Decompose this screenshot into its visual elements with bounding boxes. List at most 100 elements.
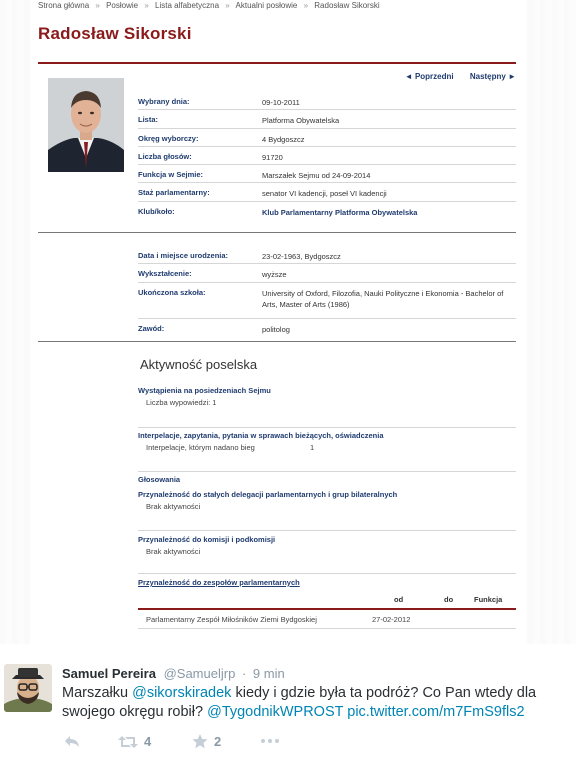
breadcrumb-separator: »: [303, 1, 309, 10]
detail-value: 4 Bydgoszcz: [262, 134, 305, 144]
tweet-time[interactable]: 9 min: [253, 666, 285, 681]
detail-row: Klub/koło: Klub Parlamentarny Platforma …: [138, 202, 516, 220]
activity-committees: Przynależność do komisji i podkomisji Br…: [138, 535, 516, 556]
breadcrumb-current-members[interactable]: Aktualni posłowie: [236, 1, 298, 10]
detail-label: Klub/koło:: [138, 206, 175, 216]
detail-value: 09-10-2011: [262, 98, 300, 107]
next-member-link[interactable]: Następny ►: [470, 72, 516, 81]
detail-value: Marszałek Sejmu od 24-09-2014: [262, 171, 371, 181]
retweet-icon: [118, 735, 138, 748]
teams-link[interactable]: Przynależność do zespołów parlamentarnyc…: [138, 578, 300, 587]
detail-label: Wybrany dnia:: [138, 97, 190, 106]
column-from: od: [394, 595, 404, 604]
reply-icon: [65, 736, 79, 747]
display-name[interactable]: Samuel Pereira: [62, 666, 156, 681]
detail-value: Platforma Obywatelska: [262, 116, 340, 126]
detail-label: Data i miejsce urodzenia:: [138, 251, 229, 260]
tweet-text: Marszałku @sikorskiradek kiedy i gdzie b…: [62, 684, 562, 722]
activity-votes: Głosowania: [138, 475, 516, 484]
detail-row: Data i miejsce urodzenia: 23-02-1963, By…: [138, 246, 516, 265]
committees-link[interactable]: Przynależność do komisji i podkomisji: [138, 535, 516, 544]
detail-value: senator VI kadencji, poseł VI kadencji: [262, 189, 387, 199]
detail-label: Staż parlamentarny:: [138, 188, 210, 198]
committees-status: Brak aktywności: [146, 547, 201, 556]
personal-details: Data i miejsce urodzenia: 23-02-1963, By…: [138, 246, 516, 337]
detail-row: Wybrany dnia: 09-10-2011: [138, 92, 516, 111]
detail-row: Funkcja w Sejmie: Marszałek Sejmu od 24-…: [138, 165, 516, 184]
retweet-count: 4: [144, 734, 152, 749]
activity-title: Aktywność poselska: [140, 357, 258, 372]
page-title: Radosław Sikorski: [38, 24, 192, 43]
section-divider: [38, 232, 516, 233]
media-link[interactable]: pic.twitter.com/m7FmS9fls2: [347, 704, 524, 720]
detail-value: 91720: [262, 152, 283, 162]
more-icon: [261, 739, 279, 743]
detail-label: Okręg wyborczy:: [138, 133, 199, 143]
detail-row: Liczba głosów: 91720: [138, 147, 516, 166]
detail-row: Wykształcenie: wyższe: [138, 264, 516, 283]
detail-value: 23-02-1963, Bydgoszcz: [262, 252, 341, 261]
votes-link[interactable]: Głosowania: [138, 475, 516, 484]
breadcrumb-home[interactable]: Strona główna: [38, 1, 89, 10]
detail-row: Ukończona szkoła: University of Oxford, …: [138, 283, 516, 319]
breadcrumb-alphabetical[interactable]: Lista alfabetyczna: [155, 1, 219, 10]
delegations-link[interactable]: Przynależność do stałych delegacji parla…: [138, 490, 516, 499]
breadcrumb-members[interactable]: Posłowie: [106, 1, 138, 10]
detail-row: Zawód: politolog: [138, 319, 516, 337]
interpellations-count: 1: [310, 443, 315, 452]
interpellations-label: Interpelacje, którym nadano bieg: [146, 443, 255, 452]
activity-interpellations: Interpelacje, zapytania, pytania w spraw…: [138, 431, 516, 452]
avatar[interactable]: [4, 664, 52, 712]
member-details: Wybrany dnia: 09-10-2011 Lista: Platform…: [138, 92, 516, 220]
interpellations-row: Interpelacje, którym nadano bieg 1: [138, 443, 516, 452]
breadcrumb-separator: »: [95, 1, 100, 10]
team-from-date: 27-02-2012: [372, 615, 411, 624]
detail-label: Funkcja w Sejmie:: [138, 170, 204, 180]
more-button[interactable]: [260, 738, 280, 744]
detail-label: Lista:: [138, 115, 159, 125]
detail-label: Zawód:: [138, 323, 165, 333]
detail-row: Okręg wyborczy: 4 Bydgoszcz: [138, 129, 516, 147]
breadcrumb: Strona główna » Posłowie » Lista alfabet…: [38, 1, 384, 10]
mention-link[interactable]: @sikorskiradek: [132, 685, 231, 701]
detail-row: Lista: Platforma Obywatelska: [138, 110, 516, 129]
section-line: [138, 530, 516, 531]
speeches-link[interactable]: Wystąpienia na posiedzeniach Sejmu: [138, 386, 516, 395]
retweet-button[interactable]: 4: [118, 734, 151, 749]
favorite-count: 2: [214, 734, 222, 749]
reply-button[interactable]: [64, 734, 80, 748]
mention-link[interactable]: @TygodnikWPROST: [207, 704, 343, 720]
teams-section: Przynależność do zespołów parlamentarnyc…: [138, 578, 516, 587]
interpellations-link[interactable]: Interpelacje, zapytania, pytania w spraw…: [138, 431, 516, 440]
favorite-button[interactable]: 2: [192, 734, 221, 749]
section-line: [138, 471, 516, 472]
detail-row: Staż parlamentarny: senator VI kadencji,…: [138, 183, 516, 202]
detail-label: Liczba głosów:: [138, 151, 192, 161]
section-line: [138, 573, 516, 574]
delegations-status: Brak aktywności: [146, 502, 201, 511]
breadcrumb-current: Radosław Sikorski: [314, 1, 380, 10]
member-photo: [48, 78, 124, 172]
detail-value: politolog: [262, 324, 290, 334]
table-header-rule: [138, 608, 516, 610]
screen-name[interactable]: @Samueljrp: [164, 666, 236, 681]
separator-dot: ·: [241, 666, 247, 681]
member-navigation: ◄ Poprzedni Następny ►: [391, 72, 516, 81]
tweet: Samuel Pereira @Samueljrp · 9 min Marsza…: [0, 644, 576, 766]
sejm-profile-screenshot: Strona główna » Posłowie » Lista alfabet…: [0, 0, 576, 644]
team-name: Parlamentarny Zespół Miłośników Ziemi By…: [146, 615, 317, 624]
detail-label: Ukończona szkoła:: [138, 287, 206, 297]
club-link[interactable]: Klub Parlamentarny Platforma Obywatelska: [262, 207, 512, 218]
detail-label: Wykształcenie:: [138, 269, 192, 279]
table-row-rule: [138, 628, 516, 629]
star-icon: [192, 734, 208, 749]
activity-delegations: Przynależność do stałych delegacji parla…: [138, 490, 516, 511]
detail-value: wyższe: [262, 270, 287, 280]
column-function: Funkcja: [474, 595, 503, 604]
title-divider: [38, 62, 516, 64]
text-part: Marszałku: [62, 685, 133, 701]
section-divider: [38, 341, 516, 342]
breadcrumb-separator: »: [144, 1, 149, 10]
tweet-header: Samuel Pereira @Samueljrp · 9 min: [62, 666, 285, 681]
previous-member-link[interactable]: ◄ Poprzedni: [405, 72, 454, 81]
